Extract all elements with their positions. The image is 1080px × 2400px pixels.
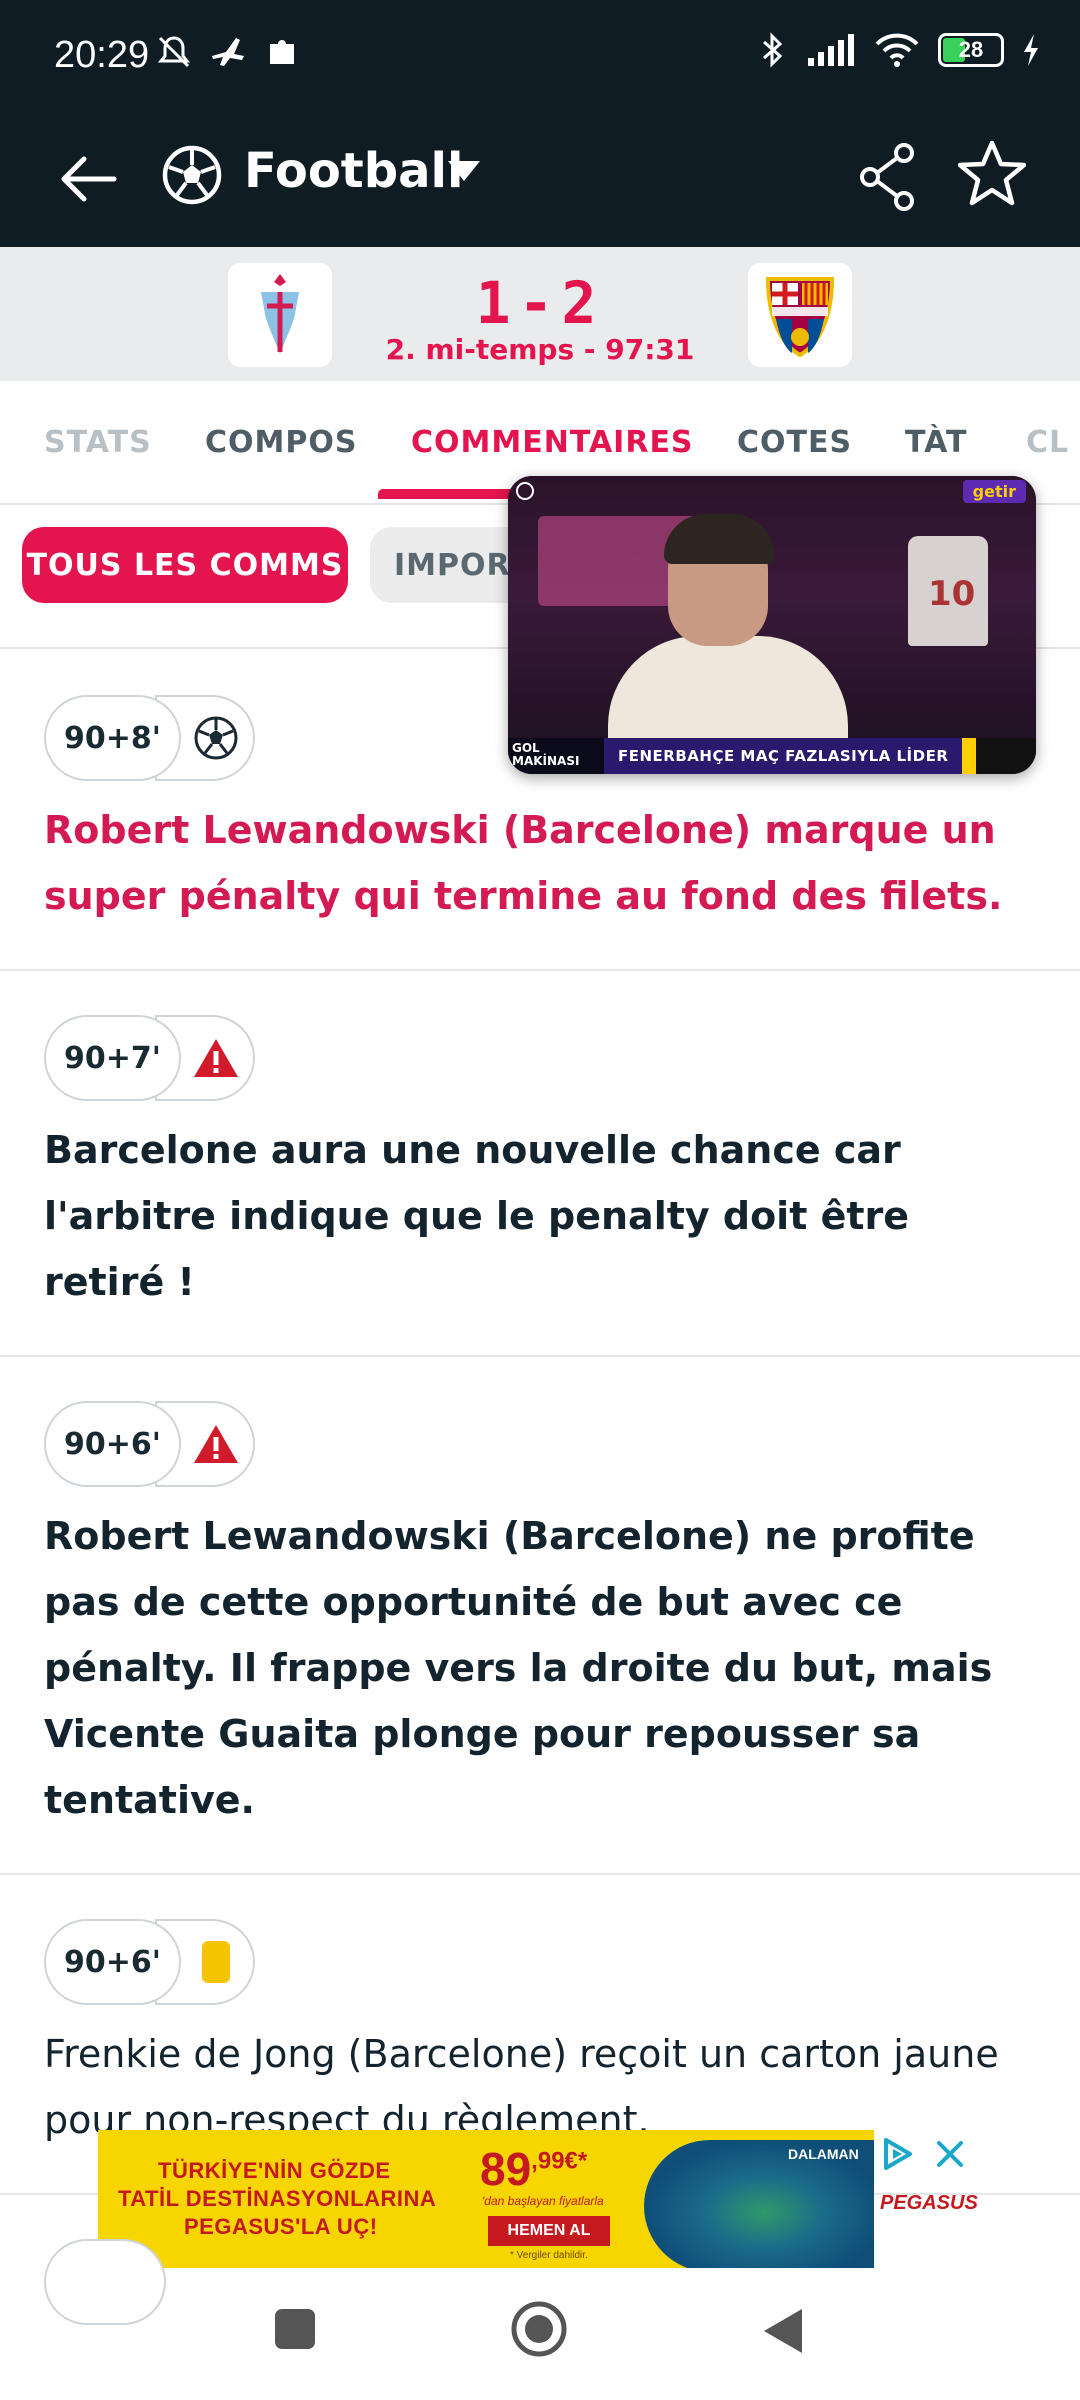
event-minute: 90+6' <box>44 1919 181 2005</box>
recent-apps-icon[interactable] <box>272 2306 318 2352</box>
video-show-tag: GOL MAKİNASI <box>508 738 604 774</box>
commentary-item: 90+7' Barcelone aura une nouvelle chance… <box>0 971 1080 1357</box>
close-ad-icon[interactable] <box>936 2140 964 2168</box>
battery-indicator: 28 <box>938 33 1004 67</box>
app-bar: Football <box>0 115 1080 247</box>
airplane-icon <box>212 38 244 66</box>
tab-stats[interactable]: STATS <box>44 425 152 460</box>
ad-choices-icon[interactable] <box>880 2136 916 2172</box>
status-bar: 20:29 28 <box>0 0 1080 115</box>
sport-title[interactable]: Football <box>244 143 463 199</box>
floating-video-player[interactable]: 10 getir GOL MAKİNASI FENERBAHÇE MAÇ FAZ… <box>508 476 1036 774</box>
video-jersey-number: 10 <box>928 574 976 614</box>
video-channel-logo <box>976 738 1036 774</box>
commentary-feed: 90+8' Robert Lewandowski (Barcelone) mar… <box>0 651 1080 2381</box>
tab-classement[interactable]: CL <box>1026 425 1069 460</box>
ad-cta-button[interactable]: HEMEN AL <box>488 2216 610 2246</box>
event-badges: 90+6' <box>44 1919 1036 2007</box>
warning-icon <box>193 1039 238 1077</box>
puzzle-icon <box>270 40 294 64</box>
score-header: 1-2 2. mi-temps - 97:31 <box>0 247 1080 381</box>
ad-price: 89,99€* <box>480 2142 587 2196</box>
tab-tat[interactable]: TÀT <box>905 425 968 460</box>
ad-line-1: TÜRKİYE'NİN GÖZDE <box>158 2158 391 2183</box>
live-indicator-icon <box>516 482 534 500</box>
yellow-card-icon <box>201 1941 230 1983</box>
event-badges: 90+6' <box>44 1401 1036 1489</box>
ad-side-panel: PEGASUS <box>880 2136 980 2256</box>
commentary-text: Robert Lewandowski (Barcelone) marque un… <box>44 808 1003 918</box>
barcelona-crest-icon <box>765 277 835 357</box>
ad-price-whole: 89 <box>480 2143 532 2195</box>
tab-compos[interactable]: COMPOS <box>205 425 357 460</box>
video-headline: FENERBAHÇE MAÇ FAZLASIYLA LİDER <box>618 747 949 765</box>
event-minute: 90+6' <box>44 1401 181 1487</box>
tab-commentaires[interactable]: COMMENTAIRES <box>411 425 694 460</box>
video-lower-third: GOL MAKİNASI FENERBAHÇE MAÇ FAZLASIYLA L… <box>508 738 1036 774</box>
star-favorite-icon[interactable] <box>958 139 1026 207</box>
status-time: 20:29 <box>54 34 150 76</box>
warning-icon <box>193 1425 238 1463</box>
video-presenter-hair <box>664 514 774 564</box>
ad-price-subtext: 'dan başlayan fiyatlarla <box>482 2194 604 2208</box>
ad-line-3: PEGASUS'LA UÇ! <box>184 2214 378 2239</box>
bluetooth-icon <box>763 32 783 68</box>
ad-fine-print: * Vergiler dahildir. <box>510 2250 588 2261</box>
video-sponsor-logo: getir <box>962 480 1026 503</box>
status-icons-right: 28 <box>758 30 1040 70</box>
ad-region-label: DALAMAN <box>788 2146 859 2162</box>
ad-banner[interactable]: TÜRKİYE'NİN GÖZDE TATİL DESTİNASYONLARIN… <box>98 2130 874 2268</box>
ad-brand-label: PEGASUS <box>880 2192 978 2214</box>
back-arrow-icon[interactable] <box>56 147 120 211</box>
video-lower-accent <box>962 738 976 774</box>
event-badges: 90+7' <box>44 1015 1036 1103</box>
ad-line-2: TATİL DESTİNASYONLARINA <box>118 2186 437 2211</box>
status-icons-left <box>154 32 302 72</box>
battery-level: 28 <box>958 37 984 62</box>
signal-icon <box>808 34 854 66</box>
event-minute: 90+8' <box>44 695 181 781</box>
event-minute: 90+7' <box>44 1015 181 1101</box>
ad-price-cents: ,99€* <box>531 2147 588 2175</box>
wifi-icon <box>875 33 919 67</box>
home-button-icon[interactable] <box>510 2300 568 2358</box>
back-nav-icon[interactable] <box>760 2306 806 2356</box>
chevron-down-icon[interactable] <box>446 159 482 183</box>
match-score: 1-2 <box>475 269 605 337</box>
soccer-ball-icon <box>162 145 222 205</box>
away-team-crest[interactable] <box>748 263 852 367</box>
goal-ball-icon <box>194 716 238 760</box>
commentary-text: Robert Lewandowski (Barcelone) ne profit… <box>44 1514 993 1822</box>
charging-icon <box>1024 34 1038 66</box>
match-status: 2. mi-temps - 97:31 <box>385 333 695 366</box>
event-minute <box>44 2239 166 2325</box>
filter-all-button[interactable]: TOUS LES COMMS <box>22 527 348 603</box>
commentary-item: 90+6' Robert Lewandowski (Barcelone) ne … <box>0 1357 1080 1875</box>
commentary-text: Barcelone aura une nouvelle chance car l… <box>44 1128 910 1304</box>
share-icon[interactable] <box>856 141 920 213</box>
tab-cotes[interactable]: COTES <box>737 425 852 460</box>
mute-bell-icon <box>157 36 191 68</box>
